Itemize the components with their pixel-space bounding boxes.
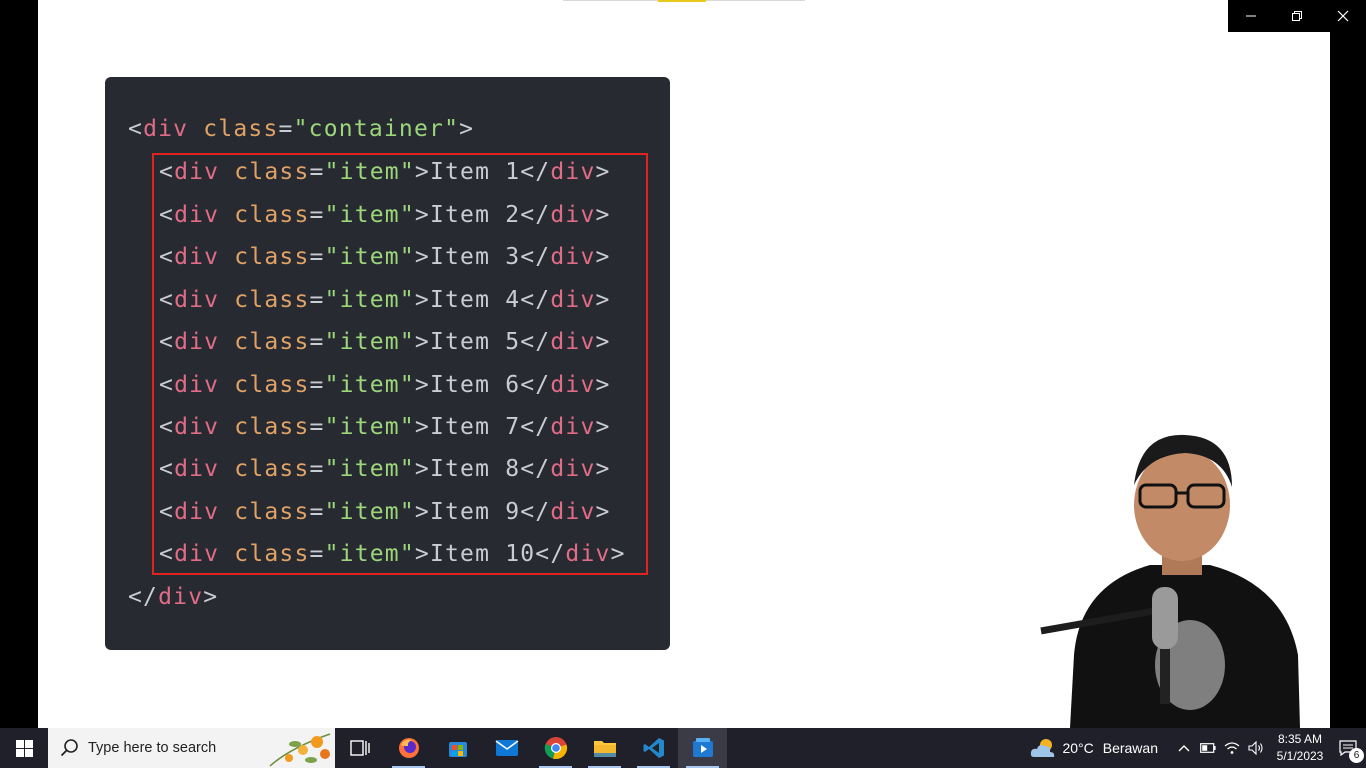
code-block: <div class="container"> <div class="item"… [105, 77, 670, 650]
code-token: < [128, 116, 144, 142]
code-token: > [459, 116, 475, 142]
code-token: div [158, 584, 204, 610]
chrome-taskbar-button[interactable] [531, 728, 580, 768]
highlight-box [152, 153, 648, 575]
code-token: div [143, 116, 189, 142]
search-box[interactable]: Type here to search [48, 728, 335, 768]
battery-button[interactable] [1196, 728, 1220, 768]
minimize-button[interactable] [1228, 0, 1274, 32]
network-button[interactable] [1220, 728, 1244, 768]
partly-cloudy-icon [1031, 739, 1055, 757]
code-token: </ [128, 584, 159, 610]
weather-condition: Berawan [1102, 740, 1158, 756]
restore-button[interactable] [1274, 0, 1320, 32]
search-icon [60, 739, 78, 757]
weather-widget[interactable]: 20°C Berawan [1030, 737, 1158, 759]
code-token: class [203, 116, 279, 142]
file-explorer-icon [593, 741, 616, 757]
code-token: "container" [293, 116, 460, 142]
clock-date: 5/1/2023 [1276, 749, 1324, 763]
battery-icon [1200, 743, 1216, 753]
clock[interactable]: 8:35 AM 5/1/2023 [1270, 731, 1330, 765]
weather-temperature: 20°C [1062, 740, 1094, 756]
clock-time: 8:35 AM [1277, 732, 1323, 746]
chrome-icon [544, 737, 567, 760]
code-line: <div class="container"> [128, 114, 474, 144]
close-icon [1337, 10, 1349, 22]
volume-button[interactable] [1244, 728, 1268, 768]
vscode-icon [643, 738, 664, 758]
code-token: > [203, 584, 219, 610]
code-token: = [278, 116, 294, 142]
media-player-taskbar-button[interactable] [678, 728, 727, 768]
task-view-icon [349, 740, 370, 756]
restore-icon [1292, 11, 1302, 21]
taskbar: Type here to search 20°C Berawan 8:35 AM… [0, 728, 1366, 768]
mail-taskbar-button[interactable] [482, 728, 531, 768]
minimize-icon [1246, 15, 1256, 17]
video-frame: <div class="container"> <div class="item"… [38, 0, 1330, 728]
vscode-taskbar-button[interactable] [629, 728, 678, 768]
task-view-button[interactable] [335, 728, 384, 768]
presenter-figure [1040, 434, 1300, 728]
file-explorer-taskbar-button[interactable] [580, 728, 629, 768]
search-highlight-illustration [269, 733, 331, 767]
mail-icon [495, 740, 518, 756]
search-placeholder: Type here to search [88, 740, 217, 756]
media-player-icon [692, 738, 713, 757]
screen: <div class="container"> <div class="item"… [0, 0, 1366, 768]
code-line: </div> [128, 582, 218, 612]
top-strip-accent [658, 0, 706, 2]
firefox-taskbar-button[interactable] [384, 728, 433, 768]
microsoft-store-icon [448, 742, 467, 757]
firefox-icon [398, 738, 419, 758]
window-controls [1228, 0, 1366, 32]
wifi-icon [1224, 742, 1240, 754]
notification-center-button[interactable]: 6 [1330, 728, 1366, 768]
speaker-icon [1248, 741, 1263, 755]
windows-logo-icon [15, 739, 33, 757]
chevron-up-icon [1178, 745, 1190, 752]
system-tray: 20°C Berawan 8:35 AM 5/1/2023 6 [1030, 728, 1366, 768]
show-hidden-icons-button[interactable] [1172, 728, 1196, 768]
close-button[interactable] [1320, 0, 1366, 32]
microsoft-store-taskbar-button[interactable] [433, 728, 482, 768]
start-button[interactable] [0, 728, 48, 768]
notification-count-badge: 6 [1349, 748, 1364, 763]
